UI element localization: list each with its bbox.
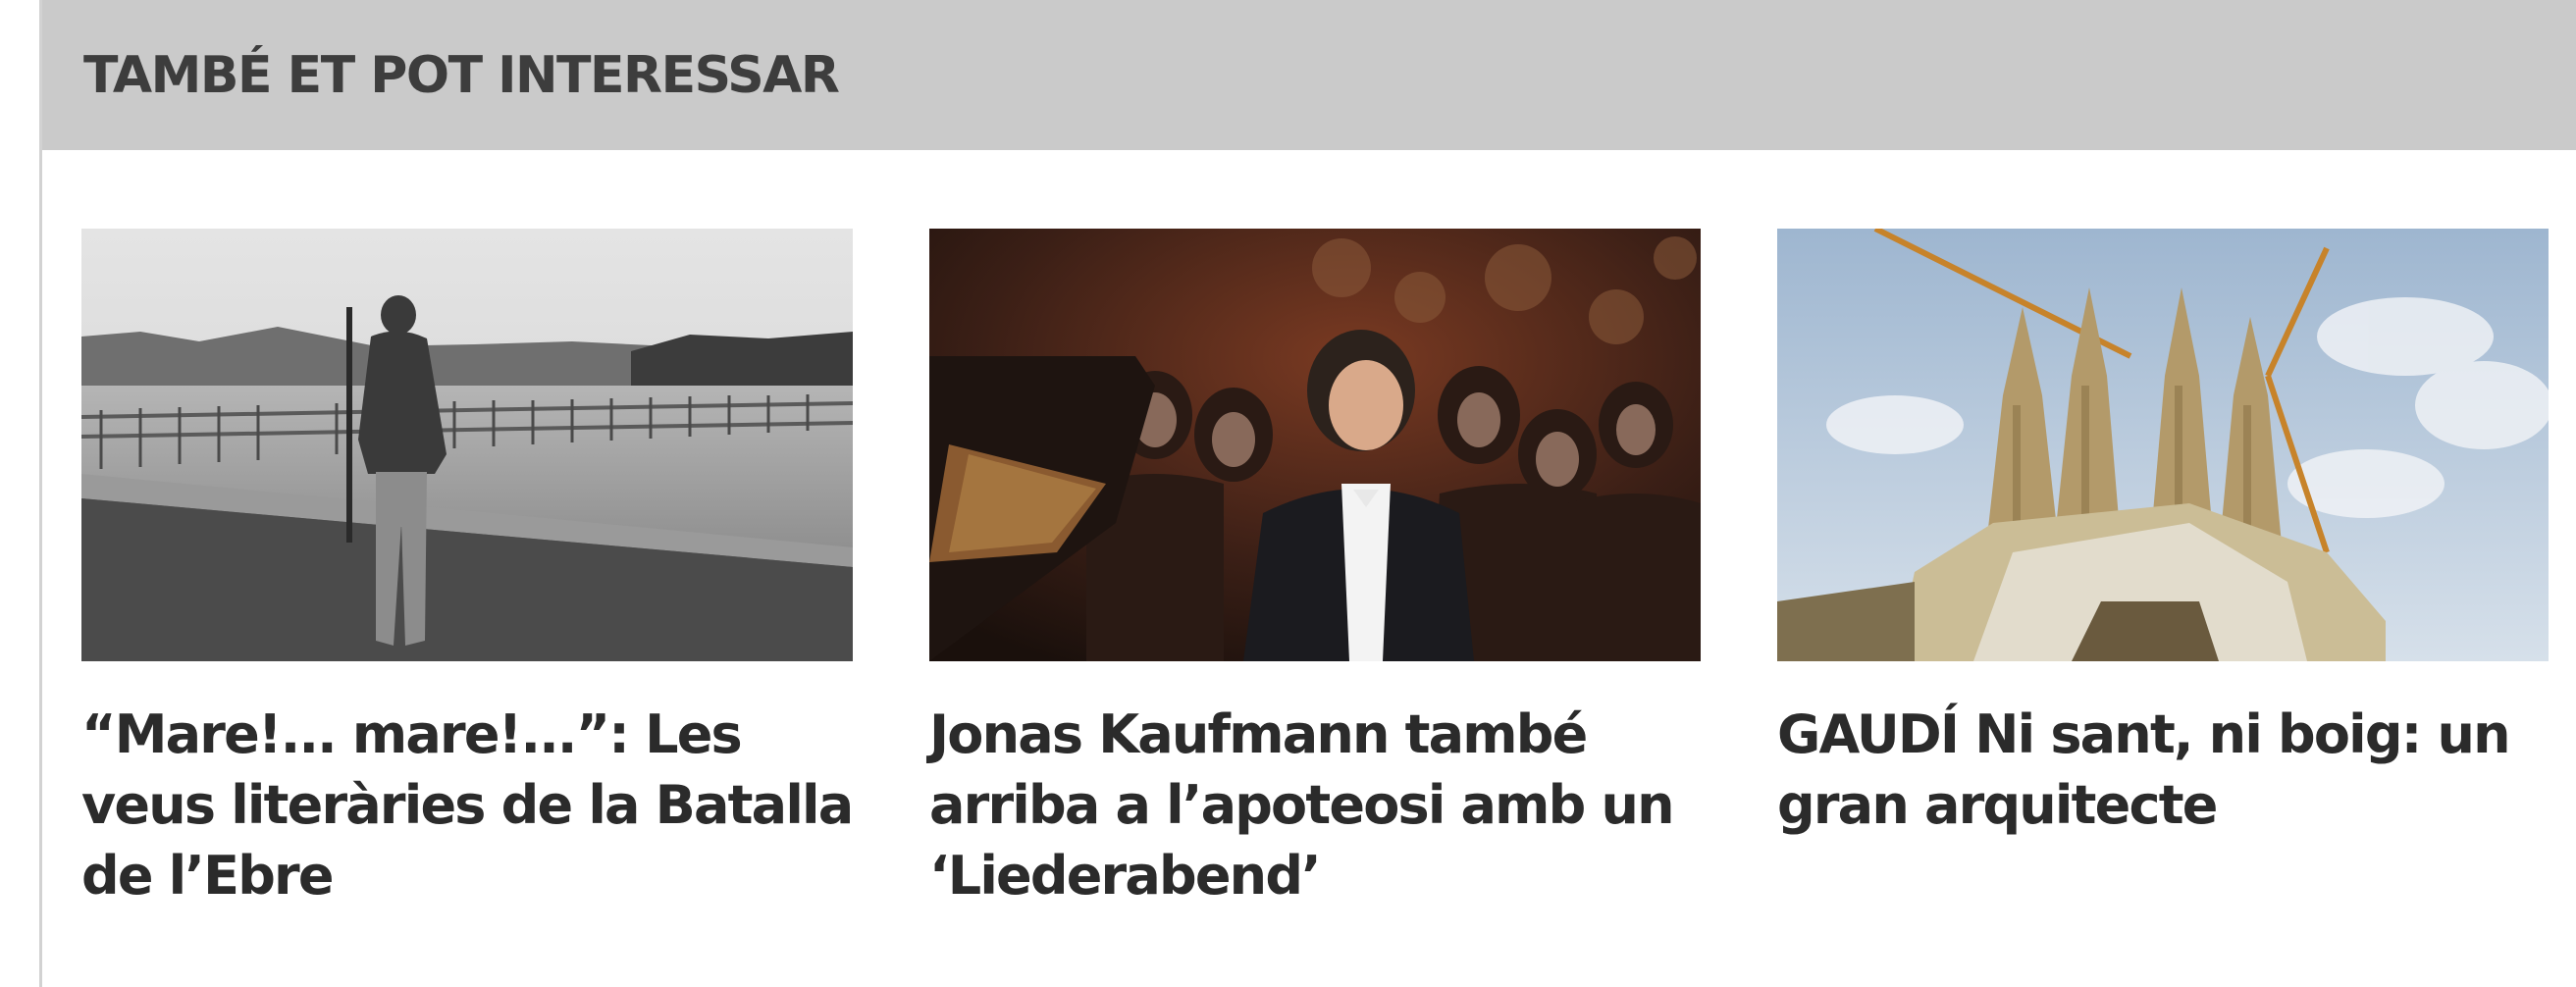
article-image-3[interactable] xyxy=(1777,229,2549,661)
section-header: TAMBÉ ET POT INTERESSAR xyxy=(42,0,2576,150)
section-title: TAMBÉ ET POT INTERESSAR xyxy=(83,46,840,105)
article-image-2[interactable] xyxy=(929,229,1701,661)
tenor-concert-photo xyxy=(929,229,1701,661)
article-card-2[interactable]: Jonas Kaufmann també arriba a l’apoteosi… xyxy=(929,229,1701,907)
article-title-3[interactable]: GAUDÍ Ni sant, ni boig: un gran arquitec… xyxy=(1777,700,2562,841)
article-title-1[interactable]: “Mare!... mare!...”: Les veus literàries… xyxy=(81,700,867,911)
article-title-2[interactable]: Jonas Kaufmann també arriba a l’apoteosi… xyxy=(929,700,1714,911)
soldier-river-photo xyxy=(81,229,853,661)
article-card-3[interactable]: GAUDÍ Ni sant, ni boig: un gran arquitec… xyxy=(1777,229,2549,836)
sagrada-familia-photo xyxy=(1777,229,2549,661)
article-card-1[interactable]: “Mare!... mare!...”: Les veus literàries… xyxy=(81,229,854,907)
article-image-1[interactable] xyxy=(81,229,853,661)
